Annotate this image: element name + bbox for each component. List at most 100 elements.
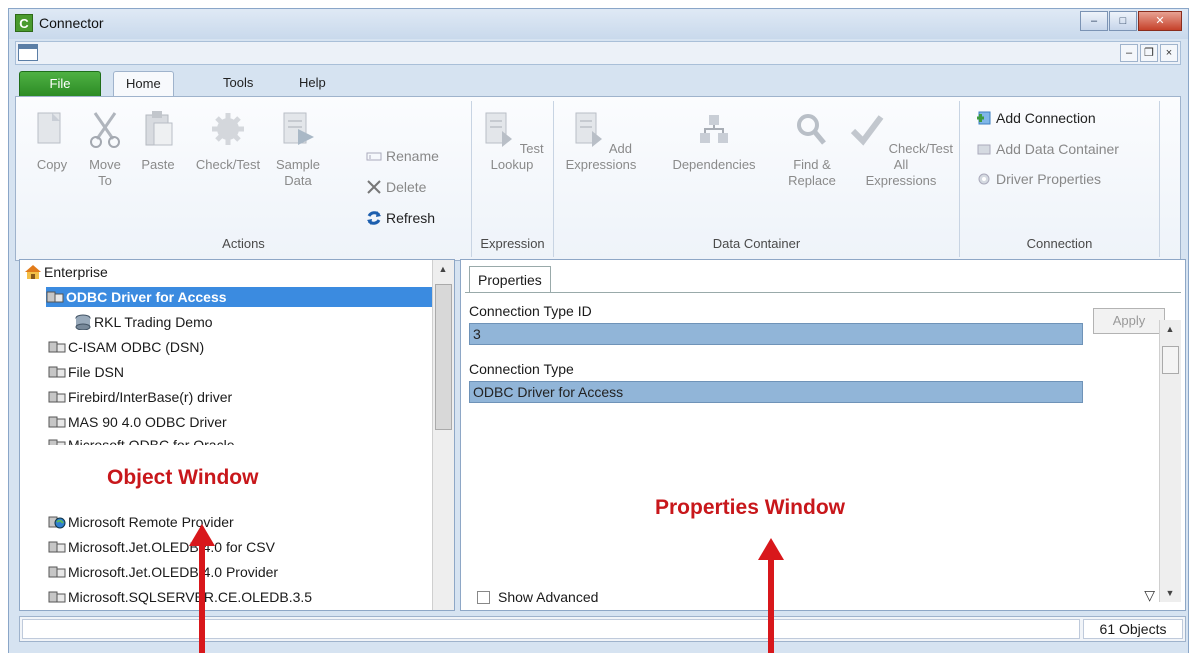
mdi-close-button[interactable]: × — [1160, 44, 1178, 62]
tree-item-label: MAS 90 4.0 ODBC Driver — [68, 414, 227, 430]
tree-item-jet-csv[interactable]: Microsoft.Jet.OLEDB.4.0 for CSV — [48, 537, 275, 557]
mdi-restore-button[interactable]: ❐ — [1140, 44, 1158, 62]
tree-item-jet-provider[interactable]: Microsoft.Jet.OLEDB.4.0 Provider — [48, 562, 278, 582]
dependencies-button[interactable]: Dependencies — [658, 109, 770, 173]
tree-item-c-isam[interactable]: C-ISAM ODBC (DSN) — [48, 337, 204, 357]
minimize-button[interactable]: – — [1080, 11, 1108, 31]
show-advanced-checkbox[interactable]: Show Advanced — [477, 589, 598, 605]
tab-home[interactable]: Home — [113, 71, 174, 97]
check-test-label: Check/Test — [195, 157, 261, 172]
actions-group-label: Actions — [222, 236, 265, 251]
title-bar[interactable]: C Connector – □ ✕ — [9, 9, 1188, 39]
add-expressions-button[interactable]: Add Expressions — [562, 109, 640, 173]
add-data-container-icon — [977, 144, 991, 155]
paste-label: Paste — [141, 157, 175, 172]
connection-type-label: Connection Type — [469, 361, 574, 377]
object-tree-scrollbar[interactable]: ▲ — [432, 260, 454, 610]
ribbon-tabs: File Home Tools Help — [15, 67, 1181, 97]
tab-properties[interactable]: Properties — [469, 266, 551, 292]
data-container-group: Add Expressions Dependencies Find & Repl… — [554, 101, 960, 257]
tab-help[interactable]: Help — [287, 71, 338, 97]
tree-item-label: ODBC Driver for Access — [66, 289, 227, 305]
scroll-up-arrow[interactable]: ▲ — [1160, 320, 1180, 338]
test-lookup-label-2: Lookup — [490, 157, 534, 172]
tree-item-odbc-driver-for-access[interactable]: ODBC Driver for Access — [46, 287, 454, 307]
document-window-icon[interactable] — [18, 44, 38, 61]
driver-icon — [48, 439, 66, 445]
mdi-minimize-button[interactable]: – — [1120, 44, 1138, 62]
refresh-button[interactable]: Refresh — [366, 207, 435, 229]
scissors-icon — [90, 112, 120, 148]
check-test-all-button[interactable]: Check/Test All Expressions — [848, 109, 954, 189]
dependencies-label: Dependencies — [672, 157, 756, 172]
paste-button[interactable]: Paste — [136, 109, 180, 173]
tree-item-enterprise[interactable]: Enterprise — [24, 262, 108, 282]
data-container-group-label: Data Container — [712, 236, 801, 251]
check-test-all-label-2: Expressions — [865, 173, 937, 188]
actions-group: Copy Move To Paste Check/Test Sample Dat… — [16, 101, 472, 257]
tree-item-label: Microsoft.Jet.OLEDB.4.0 for CSV — [68, 539, 275, 555]
find-replace-icon — [797, 114, 826, 145]
driver-icon — [48, 366, 66, 378]
move-to-button[interactable]: Move To — [82, 109, 128, 189]
driver-icon — [48, 566, 66, 578]
sample-data-button[interactable]: Sample Data — [270, 109, 326, 189]
database-icon — [75, 314, 91, 330]
tree-item-odbc-oracle[interactable]: Microsoft ODBC for Oracle — [48, 435, 234, 445]
properties-scrollbar[interactable]: ▲ ▼ — [1159, 320, 1181, 602]
delete-button[interactable]: Delete — [366, 176, 426, 198]
tree-item-label: C-ISAM ODBC (DSN) — [68, 339, 205, 355]
find-replace-button[interactable]: Find & Replace — [782, 109, 842, 189]
tab-tools[interactable]: Tools — [211, 71, 265, 97]
driver-icon — [48, 591, 66, 603]
tree-item-mas90[interactable]: MAS 90 4.0 ODBC Driver — [48, 412, 227, 432]
connection-type-id-field[interactable]: 3 — [469, 323, 1083, 345]
scroll-up-arrow[interactable]: ▲ — [433, 260, 453, 278]
object-window-annotation: Object Window — [107, 466, 259, 489]
check-test-all-label-1: Check/Test All — [888, 141, 953, 172]
tree-item-label: Microsoft.SQLSERVER.CE.OLEDB.3.5 — [68, 589, 313, 605]
tree-item-sqlserver-ce[interactable]: Microsoft.SQLSERVER.CE.OLEDB.3.5 — [48, 587, 312, 607]
connection-type-id-label: Connection Type ID — [469, 303, 592, 319]
tab-file[interactable]: File — [19, 71, 101, 97]
test-lookup-button[interactable]: Test Lookup — [480, 109, 544, 173]
driver-icon — [48, 391, 66, 403]
mdi-bar: – ❐ × — [15, 41, 1181, 65]
add-connection-button[interactable]: Add Connection — [976, 107, 1096, 129]
refresh-label: Refresh — [386, 210, 436, 226]
scroll-thumb[interactable] — [435, 284, 452, 430]
checkbox-box[interactable] — [477, 591, 490, 604]
properties-panel: Properties Connection Type ID 3 Connecti… — [460, 259, 1186, 611]
scroll-down-arrow[interactable]: ▼ — [1160, 584, 1180, 602]
tree-item-label: Microsoft ODBC for Oracle — [68, 437, 235, 445]
arrow-shaft — [199, 545, 205, 653]
scroll-thumb[interactable] — [1162, 346, 1179, 374]
copy-button[interactable]: Copy — [32, 109, 72, 173]
gear-icon — [212, 113, 244, 145]
driver-properties-button[interactable]: Driver Properties — [976, 168, 1101, 190]
maximize-button[interactable]: □ — [1109, 11, 1137, 31]
driver-icon — [46, 291, 64, 303]
tree-item-rkl-trading-demo[interactable]: RKL Trading Demo — [74, 312, 213, 332]
dependencies-icon — [700, 115, 728, 143]
tree-item-label: Firebird/InterBase(r) driver — [68, 389, 233, 405]
expand-triangle-icon[interactable]: ▽ — [1144, 587, 1155, 604]
close-button[interactable]: ✕ — [1138, 11, 1182, 31]
rename-button[interactable]: Rename — [366, 145, 439, 167]
tree-item-label: File DSN — [68, 364, 125, 380]
tree-item-file-dsn[interactable]: File DSN — [48, 362, 124, 382]
find-replace-label-2: Replace — [788, 173, 836, 188]
copy-label: Copy — [36, 157, 68, 172]
driver-properties-label: Driver Properties — [996, 171, 1102, 187]
copy-icon — [37, 112, 61, 144]
connection-group: Add Connection Add Data Container Driver… — [960, 101, 1160, 257]
globe-driver-icon — [48, 516, 66, 529]
connection-type-field[interactable]: ODBC Driver for Access — [469, 381, 1083, 403]
object-tree-panel[interactable]: Enterprise ODBC Driver for Access RKL Tr… — [19, 259, 455, 611]
arrow-up-icon — [189, 524, 215, 546]
check-test-button[interactable]: Check/Test — [188, 109, 268, 173]
add-data-container-button[interactable]: Add Data Container — [976, 138, 1119, 160]
properties-body: Connection Type ID 3 Connection Type ODB… — [465, 292, 1181, 608]
apply-button[interactable]: Apply — [1093, 308, 1165, 334]
tree-item-firebird[interactable]: Firebird/InterBase(r) driver — [48, 387, 232, 407]
